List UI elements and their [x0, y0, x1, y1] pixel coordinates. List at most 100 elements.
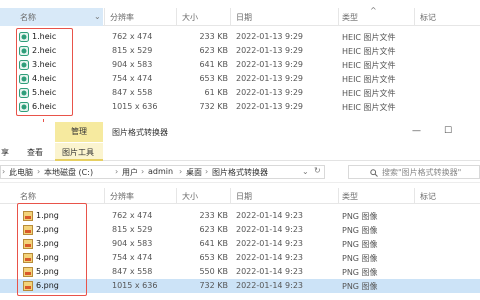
- ribbon-tabs: 享 查看 图片工具: [0, 143, 480, 161]
- file-date: 2022-01-14 9:23: [236, 253, 303, 262]
- file-date: 2022-01-14 9:23: [236, 225, 303, 234]
- file-type: PNG 图像: [342, 226, 378, 235]
- chevron-down-icon[interactable]: ⌄: [94, 12, 101, 21]
- file-resolution: 754 x 474: [112, 253, 153, 262]
- file-size: 641 KB: [199, 60, 228, 69]
- chevron-right-icon: ›: [179, 167, 183, 176]
- file-type: PNG 图像: [342, 268, 378, 277]
- column-header-type[interactable]: 类型: [342, 191, 358, 202]
- chevron-right-icon: ›: [205, 167, 209, 176]
- file-date: 2022-01-13 9:29: [236, 60, 303, 69]
- column-header-name[interactable]: 名称: [20, 191, 36, 202]
- search-placeholder: 搜索"图片格式转换器": [382, 168, 462, 177]
- file-resolution: 815 x 529: [112, 225, 153, 234]
- file-resolution: 904 x 583: [112, 60, 153, 69]
- file-date: 2022-01-14 9:23: [236, 281, 303, 290]
- file-resolution: 815 x 529: [112, 46, 153, 55]
- column-divider: [230, 188, 231, 204]
- sort-up-icon: ^: [370, 6, 377, 15]
- file-type: HEIC 图片文件: [342, 33, 396, 42]
- file-type: PNG 图像: [342, 254, 378, 263]
- column-divider: [104, 8, 105, 26]
- heic-file-list: 名称 ⌄ 分辨率 大小 日期 类型 ^ 标记 1.heic 762 x 474 …: [0, 0, 480, 120]
- column-header-row: 名称 分辨率 大小 日期 类型 标记: [0, 188, 480, 204]
- column-header-date[interactable]: 日期: [236, 191, 252, 202]
- file-size: 623 KB: [199, 225, 228, 234]
- file-date: 2022-01-13 9:29: [236, 74, 303, 83]
- column-divider: [414, 8, 415, 26]
- chevron-down-icon[interactable]: ⌄: [302, 167, 309, 176]
- file-size: 233 KB: [199, 211, 228, 220]
- breadcrumb-converter[interactable]: 图片格式转换器: [212, 167, 268, 178]
- file-resolution: 904 x 583: [112, 239, 153, 248]
- breadcrumb-users[interactable]: 用户: [122, 167, 138, 178]
- chevron-right-icon: ›: [115, 167, 119, 176]
- column-header-size[interactable]: 大小: [182, 191, 198, 202]
- file-type: HEIC 图片文件: [342, 61, 396, 70]
- column-header-resolution[interactable]: 分辨率: [110, 191, 134, 202]
- file-type: PNG 图像: [342, 282, 378, 291]
- file-resolution: 847 x 558: [112, 88, 153, 97]
- chevron-right-icon: ›: [2, 167, 6, 176]
- minimize-button[interactable]: —: [412, 126, 421, 136]
- chevron-right-icon: ›: [141, 167, 145, 176]
- tab-share[interactable]: 享: [1, 147, 9, 158]
- file-size: 653 KB: [199, 74, 228, 83]
- column-header-resolution[interactable]: 分辨率: [110, 12, 134, 23]
- file-resolution: 1015 x 636: [112, 102, 158, 111]
- file-type: HEIC 图片文件: [342, 47, 396, 56]
- window-title: 图片格式转换器: [112, 128, 168, 137]
- column-divider: [338, 188, 339, 204]
- file-date: 2022-01-13 9:29: [236, 88, 303, 97]
- file-type: HEIC 图片文件: [342, 103, 396, 112]
- search-icon: [370, 169, 378, 177]
- column-header-tag[interactable]: 标记: [420, 12, 436, 23]
- breadcrumb[interactable]: › 此电脑 › 本地磁盘 (C:) › 用户 › admin › 桌面 › 图片…: [0, 165, 325, 179]
- column-divider: [176, 8, 177, 26]
- column-divider: [230, 8, 231, 26]
- breadcrumb-admin[interactable]: admin: [148, 167, 173, 176]
- column-header-row: 名称 ⌄ 分辨率 大小 日期 类型 ^ 标记: [0, 6, 480, 26]
- file-type: HEIC 图片文件: [342, 75, 396, 84]
- file-type: PNG 图像: [342, 212, 378, 221]
- file-size: 653 KB: [199, 253, 228, 262]
- file-date: 2022-01-14 9:23: [236, 211, 303, 220]
- column-divider: [414, 188, 415, 204]
- file-size: 233 KB: [199, 32, 228, 41]
- column-header-type[interactable]: 类型: [342, 12, 358, 23]
- file-date: 2022-01-13 9:29: [236, 102, 303, 111]
- tab-picture-tools[interactable]: 图片工具: [62, 147, 94, 158]
- file-resolution: 847 x 558: [112, 267, 153, 276]
- manage-tab[interactable]: 管理: [55, 122, 103, 142]
- breadcrumb-this-pc[interactable]: 此电脑: [9, 167, 33, 178]
- file-size: 732 KB: [199, 281, 228, 290]
- tab-view[interactable]: 查看: [27, 147, 43, 158]
- breadcrumb-desktop[interactable]: 桌面: [186, 167, 202, 178]
- column-header-name[interactable]: 名称: [20, 12, 36, 23]
- column-divider: [176, 188, 177, 204]
- file-size: 732 KB: [199, 102, 228, 111]
- file-type: PNG 图像: [342, 240, 378, 249]
- file-resolution: 762 x 474: [112, 32, 153, 41]
- file-date: 2022-01-13 9:29: [236, 32, 303, 41]
- search-input[interactable]: 搜索"图片格式转换器": [348, 165, 480, 179]
- file-type: HEIC 图片文件: [342, 89, 396, 98]
- file-size: 61 KB: [204, 88, 228, 97]
- png-highlight-box: [17, 203, 87, 296]
- column-header-date[interactable]: 日期: [236, 12, 252, 23]
- name-column-highlight: [0, 8, 103, 26]
- column-header-size[interactable]: 大小: [182, 12, 198, 23]
- breadcrumb-local-disk[interactable]: 本地磁盘 (C:): [44, 167, 93, 178]
- maximize-button[interactable]: ☐: [444, 126, 452, 136]
- file-date: 2022-01-14 9:23: [236, 239, 303, 248]
- address-row: › 此电脑 › 本地磁盘 (C:) › 用户 › admin › 桌面 › 图片…: [0, 161, 480, 183]
- heic-highlight-box: [16, 28, 73, 116]
- file-date: 2022-01-13 9:29: [236, 46, 303, 55]
- file-size: 550 KB: [199, 267, 228, 276]
- file-size: 641 KB: [199, 239, 228, 248]
- column-divider: [338, 8, 339, 26]
- chevron-right-icon: ›: [37, 167, 41, 176]
- refresh-icon[interactable]: ↻: [314, 166, 321, 175]
- file-date: 2022-01-14 9:23: [236, 267, 303, 276]
- column-header-tag[interactable]: 标记: [420, 191, 436, 202]
